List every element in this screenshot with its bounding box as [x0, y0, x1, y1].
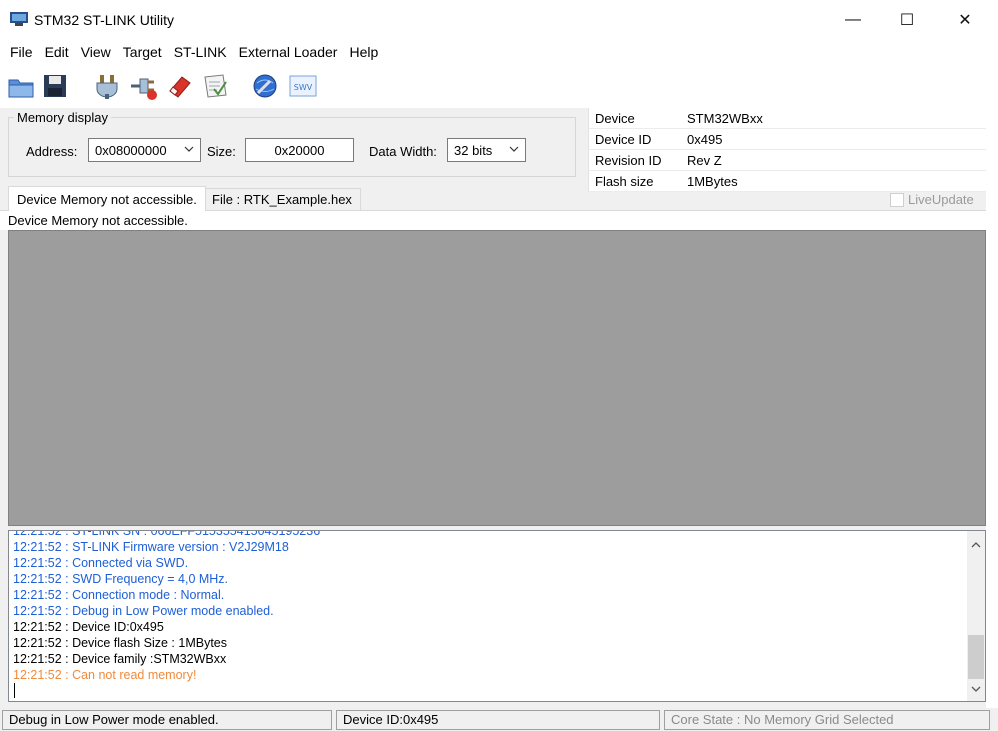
text-caret: [14, 683, 15, 698]
menu-external-loader[interactable]: External Loader: [233, 44, 344, 60]
log-console[interactable]: 12:21:52 : ST-LINK SN : 066EFF5153554150…: [8, 530, 986, 702]
title-bar: STM32 ST-LINK Utility — ☐ ✕: [0, 0, 998, 40]
memory-grid[interactable]: [8, 230, 986, 526]
swv-label: SWV: [294, 83, 313, 92]
tab-file[interactable]: File : RTK_Example.hex: [203, 188, 361, 210]
data-width-combobox[interactable]: 32 bits: [447, 138, 526, 162]
menu-target[interactable]: Target: [117, 44, 168, 60]
device-info-key: Device: [595, 111, 635, 126]
close-button[interactable]: ✕: [942, 0, 988, 40]
log-line: 12:21:52 : Connected via SWD.: [13, 556, 189, 570]
status-core-state: Core State : No Memory Grid Selected: [664, 710, 990, 730]
status-message: Debug in Low Power mode enabled.: [2, 710, 332, 730]
log-line: 12:21:52 : ST-LINK SN : 066EFF5153554150…: [13, 530, 321, 538]
log-line: 12:21:52 : ST-LINK Firmware version : V2…: [13, 540, 289, 554]
maximize-icon: ☐: [899, 12, 915, 29]
menu-file[interactable]: File: [4, 44, 39, 60]
device-info-row: Revision ID Rev Z: [589, 150, 987, 171]
device-info-row: Device ID 0x495: [589, 129, 987, 150]
chevron-down-icon: [184, 146, 194, 152]
window-title: STM32 ST-LINK Utility: [34, 12, 175, 28]
status-device-id: Device ID:0x495: [336, 710, 660, 730]
checkbox-box: [890, 192, 904, 207]
maximize-button[interactable]: ☐: [884, 0, 930, 40]
save-icon[interactable]: [40, 71, 70, 101]
memory-display-title: Memory display: [14, 110, 112, 125]
device-info-key: Device ID: [595, 132, 652, 147]
program-verify-icon[interactable]: [200, 71, 230, 101]
size-input[interactable]: 0x20000: [245, 138, 354, 162]
close-icon: ✕: [958, 12, 972, 29]
size-label: Size:: [207, 144, 236, 159]
device-info-table: Device STM32WBxx Device ID 0x495 Revisio…: [588, 108, 987, 192]
log-lines: 12:21:52 : ST-LINK SN : 066EFF5153554150…: [13, 530, 963, 683]
menu-st-link[interactable]: ST-LINK: [168, 44, 233, 60]
size-value: 0x20000: [274, 142, 325, 158]
log-line: 12:21:52 : Device flash Size : 1MBytes: [13, 636, 227, 650]
scroll-thumb[interactable]: [968, 635, 984, 679]
device-info-value: Rev Z: [687, 153, 722, 168]
log-line: 12:21:52 : Device family :STM32WBxx: [13, 652, 227, 666]
minimize-icon: —: [845, 11, 861, 28]
device-info-value: STM32WBxx: [687, 111, 763, 126]
live-update-checkbox[interactable]: LiveUpdate: [890, 192, 974, 207]
tab-bar: Device Memory not accessible. File : RTK…: [0, 186, 998, 211]
data-width-label: Data Width:: [369, 144, 437, 159]
disconnect-icon[interactable]: [128, 71, 158, 101]
log-scrollbar[interactable]: [967, 531, 985, 701]
tab-device-memory[interactable]: Device Memory not accessible.: [8, 186, 206, 211]
address-combobox[interactable]: 0x08000000: [88, 138, 201, 162]
status-bar: Debug in Low Power mode enabled. Device …: [0, 708, 998, 731]
scroll-up-icon[interactable]: [970, 539, 982, 551]
chevron-down-icon: [509, 146, 519, 152]
menu-edit[interactable]: Edit: [39, 44, 75, 60]
window-edge: [986, 40, 998, 731]
log-line: 12:21:52 : Can not read memory!: [13, 668, 197, 682]
log-line: 12:21:52 : Debug in Low Power mode enabl…: [13, 604, 274, 618]
connect-icon[interactable]: [92, 71, 122, 101]
menu-help[interactable]: Help: [343, 44, 384, 60]
device-info-key: Revision ID: [595, 153, 662, 168]
erase-icon[interactable]: [164, 71, 194, 101]
address-value: 0x08000000: [95, 142, 167, 158]
live-update-label: LiveUpdate: [908, 192, 974, 207]
open-file-icon[interactable]: [6, 71, 36, 101]
address-label: Address:: [26, 144, 78, 159]
menu-bar: File Edit View Target ST-LINK External L…: [0, 40, 998, 64]
memory-status-text: Device Memory not accessible.: [0, 210, 986, 230]
toolbar: SWV: [0, 64, 998, 108]
log-line: 12:21:52 : SWD Frequency = 4,0 MHz.: [13, 572, 229, 586]
data-width-value: 32 bits: [454, 142, 493, 158]
log-line: 12:21:52 : Device ID:0x495: [13, 620, 164, 634]
device-info-row: Device STM32WBxx: [589, 108, 987, 129]
log-line: 12:21:52 : Connection mode : Normal.: [13, 588, 225, 602]
settings-globe-icon[interactable]: [250, 71, 280, 101]
app-icon: [10, 12, 28, 26]
memory-display-panel: Memory display Address: 0x08000000 Size:…: [0, 108, 588, 186]
tab-label: File : RTK_Example.hex: [212, 192, 352, 207]
menu-view[interactable]: View: [75, 44, 117, 60]
minimize-button[interactable]: —: [830, 0, 876, 40]
device-info-value: 0x495: [687, 132, 723, 147]
swv-icon[interactable]: SWV: [288, 71, 318, 101]
scroll-down-icon[interactable]: [970, 683, 982, 695]
tab-label: Device Memory not accessible.: [17, 191, 197, 207]
